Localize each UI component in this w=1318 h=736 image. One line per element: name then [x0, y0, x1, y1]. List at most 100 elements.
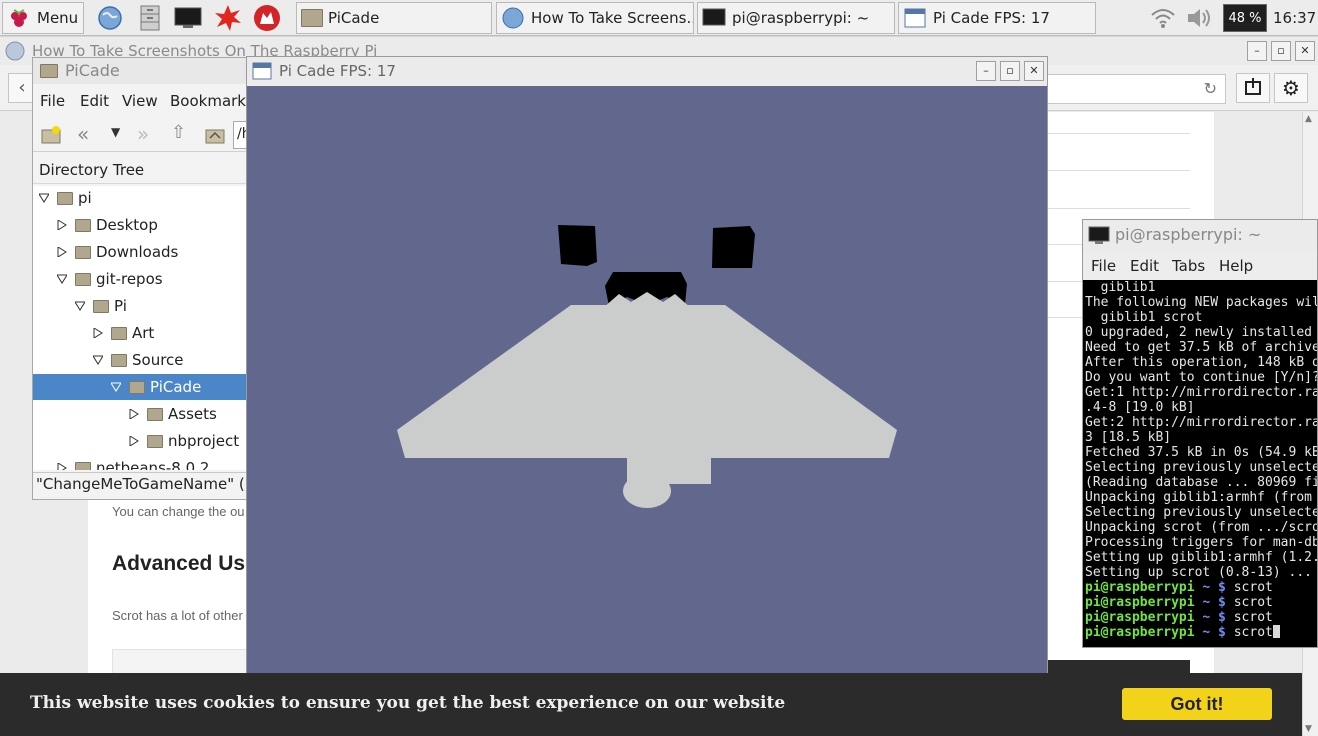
alien-eye-left: [558, 225, 597, 266]
tree-item[interactable]: git-repos: [33, 266, 261, 292]
mathematica-launcher[interactable]: [213, 3, 243, 33]
back-icon[interactable]: «: [77, 122, 89, 146]
expanded-triangle-icon[interactable]: [75, 301, 85, 311]
up-arrow-icon[interactable]: ⇧: [171, 122, 186, 143]
task-button[interactable]: Pi Cade FPS: 17: [898, 2, 1096, 34]
tree-item-label: Downloads: [96, 243, 179, 261]
menu-bookmarks[interactable]: Bookmarks: [170, 92, 254, 110]
volume-indicator[interactable]: [1184, 3, 1214, 33]
menu-edit[interactable]: Edit: [80, 92, 109, 110]
tree-item-label: Assets: [168, 405, 217, 423]
collapsed-triangle-icon[interactable]: [129, 436, 139, 446]
folder-icon: [75, 245, 91, 259]
scroll-down-icon[interactable]: ▼: [1305, 724, 1312, 734]
terminal-line: Setting up scrot (0.8-13) ...: [1085, 565, 1312, 580]
prompt-path: ~ $: [1202, 595, 1226, 610]
wolfram-launcher[interactable]: [252, 3, 282, 33]
tree-item[interactable]: Pi: [33, 293, 261, 319]
terminal-line: Fetched 37.5 kB in 0s (54.9 kB: [1085, 445, 1317, 460]
home-icon[interactable]: [204, 124, 226, 146]
expanded-triangle-icon[interactable]: [111, 382, 121, 392]
browser-launcher[interactable]: [95, 3, 125, 33]
game-scene: [397, 225, 897, 508]
add-tab-button[interactable]: [1236, 73, 1270, 103]
prompt-user: pi@raspberrypi: [1085, 610, 1195, 625]
task-button[interactable]: pi@raspberrypi: ~: [697, 2, 895, 34]
tree-item[interactable]: netbeans-8.0.2: [33, 455, 261, 470]
file-manager-titlebar[interactable]: PiCade: [33, 58, 261, 84]
star-burst-icon: [215, 5, 241, 31]
terminal-launcher[interactable]: [173, 3, 203, 33]
folder-icon: [75, 461, 91, 470]
menu-help[interactable]: Help: [1219, 257, 1253, 275]
folder-icon: [75, 272, 91, 286]
cabinet-icon: [140, 5, 160, 31]
terminal-line: Get:1 http://mirrordirector.ra: [1085, 385, 1317, 400]
terminal-titlebar[interactable]: pi@raspberrypi: ~: [1083, 220, 1317, 250]
tree-item[interactable]: Art: [33, 320, 261, 346]
close-button[interactable]: ✕: [1295, 41, 1315, 61]
terminal-line: The following NEW packages wil: [1085, 295, 1317, 310]
collapsed-triangle-icon[interactable]: [57, 220, 67, 230]
terminal-line: Unpacking giblib1:armhf (from: [1085, 490, 1312, 505]
minimize-button[interactable]: –: [976, 61, 996, 81]
minimize-button[interactable]: –: [1247, 41, 1267, 61]
scroll-up-icon[interactable]: ▲: [1305, 114, 1312, 124]
tree-item-label: Art: [132, 324, 155, 342]
task-button[interactable]: PiCade: [296, 2, 492, 34]
folder-icon: [147, 407, 163, 421]
terminal-output[interactable]: giblib1 The following NEW packages wil gi…: [1083, 280, 1317, 647]
maximize-button[interactable]: ▫: [1271, 41, 1291, 61]
menu-edit[interactable]: Edit: [1130, 257, 1159, 275]
clock: 16:37: [1273, 9, 1317, 27]
new-tab-icon[interactable]: [41, 124, 63, 146]
tree-item[interactable]: Desktop: [33, 212, 261, 238]
collapsed-triangle-icon[interactable]: [57, 247, 67, 257]
file-manager-launcher[interactable]: [135, 3, 165, 33]
tree-item-label: nbproject: [168, 432, 240, 450]
game-canvas[interactable]: [247, 86, 1047, 687]
menu-view[interactable]: View: [122, 92, 158, 110]
expanded-triangle-icon[interactable]: [93, 355, 103, 365]
battery-indicator[interactable]: 48 %: [1223, 4, 1267, 32]
expanded-triangle-icon[interactable]: [57, 274, 67, 284]
command-text: scrot: [1233, 595, 1273, 610]
folder-icon: [111, 353, 127, 367]
tree-item[interactable]: Assets: [33, 401, 261, 427]
collapsed-triangle-icon[interactable]: [93, 328, 103, 338]
reload-icon[interactable]: ↻: [1204, 79, 1217, 98]
expanded-triangle-icon[interactable]: [39, 193, 49, 203]
folder-icon: [147, 434, 163, 448]
command-text: scrot: [1233, 580, 1273, 595]
tree-item[interactable]: nbproject: [33, 428, 261, 454]
menu-tabs[interactable]: Tabs: [1172, 257, 1205, 275]
collapsed-triangle-icon[interactable]: [57, 463, 67, 470]
chevron-down-icon[interactable]: ▼: [111, 125, 120, 139]
task-button[interactable]: How To Take Screens...: [496, 2, 694, 34]
terminal-icon: [702, 8, 726, 26]
tree-item[interactable]: Downloads: [33, 239, 261, 265]
menu-button[interactable]: Menu: [2, 2, 84, 34]
ship-engine: [623, 474, 671, 508]
picade-titlebar[interactable]: Pi Cade FPS: 17 – ▫ ✕: [247, 57, 1047, 85]
tree-item[interactable]: Source: [33, 347, 261, 373]
close-button[interactable]: ✕: [1024, 61, 1044, 81]
tree-item[interactable]: PiCade: [33, 374, 261, 400]
tree-item-label: Pi: [114, 297, 127, 315]
collapsed-triangle-icon[interactable]: [129, 409, 139, 419]
directory-tree-header[interactable]: Directory Tree: [33, 158, 261, 184]
article-paragraph: You can change the ou: [112, 504, 245, 519]
menu-file[interactable]: File: [1091, 257, 1116, 275]
maximize-button[interactable]: ▫: [1000, 61, 1020, 81]
terminal-line: Get:2 http://mirrordirector.ra: [1085, 415, 1317, 430]
wifi-indicator[interactable]: [1148, 3, 1178, 33]
settings-button[interactable]: ⚙: [1274, 73, 1308, 103]
terminal-window: pi@raspberrypi: ~ File Edit Tabs Help gi…: [1082, 219, 1318, 648]
url-bar[interactable]: ↻: [1046, 74, 1226, 104]
menu-file[interactable]: File: [40, 92, 65, 110]
task-label: How To Take Screens...: [531, 9, 694, 27]
tree-item[interactable]: pi: [33, 186, 261, 211]
file-manager-title: PiCade: [65, 61, 120, 80]
accept-cookies-button[interactable]: Got it!: [1122, 688, 1272, 720]
forward-icon[interactable]: »: [137, 122, 149, 146]
